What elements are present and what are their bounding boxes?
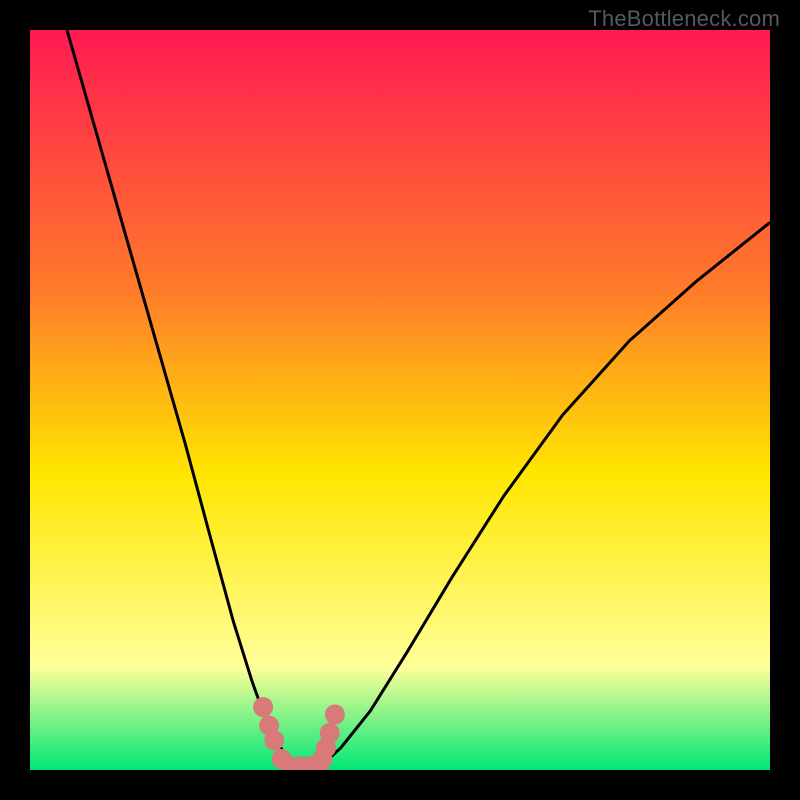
- marker-point: [325, 705, 345, 725]
- marker-point: [320, 723, 340, 743]
- plot-area: [30, 30, 770, 770]
- marker-point: [264, 730, 284, 750]
- watermark-text: TheBottleneck.com: [588, 6, 780, 32]
- chart-svg: [30, 30, 770, 770]
- marker-point: [253, 697, 273, 717]
- gradient-background: [30, 30, 770, 770]
- chart-frame: TheBottleneck.com: [0, 0, 800, 800]
